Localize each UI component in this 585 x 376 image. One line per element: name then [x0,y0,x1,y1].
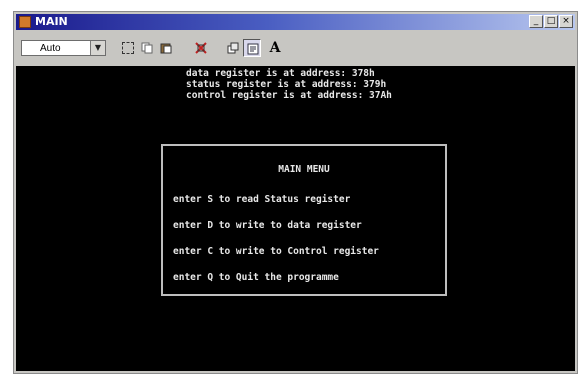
properties-button[interactable] [224,39,242,57]
paste-button[interactable] [157,39,175,57]
minimize-button[interactable]: _ [529,15,543,28]
menu-item: enter D to write to data register [173,220,362,231]
font-size-value: Auto [40,43,61,54]
menu-item: enter C to write to Control register [173,246,379,257]
window-title: MAIN [35,15,68,28]
menu-title: MAIN MENU [278,164,330,175]
background-icon [247,43,259,55]
copy-icon [141,42,153,54]
menu-item: enter S to read Status register [173,194,351,205]
menu-item: enter Q to Quit the programme [173,272,339,283]
copy-button[interactable] [138,39,156,57]
fullscreen-icon [195,42,207,54]
main-menu-box: MAIN MENU enter S to read Status registe… [161,144,447,296]
terminal-line: control register is at address: 37Ah [186,90,392,101]
mark-button[interactable] [119,39,137,57]
window-controls: _ □ × [529,15,573,28]
maximize-button[interactable]: □ [544,15,558,28]
terminal-line: status register is at address: 379h [186,79,387,90]
mark-icon [122,42,134,54]
console-screen[interactable]: data register is at address: 378h status… [16,66,575,371]
close-button[interactable]: × [559,15,573,28]
terminal-line: data register is at address: 378h [186,68,375,79]
dos-window: MAIN _ □ × Auto ▼ A data register is at … [13,11,578,374]
background-button[interactable] [243,39,261,57]
fullscreen-button[interactable] [192,39,210,57]
font-button[interactable]: A [266,39,284,57]
properties-icon [227,42,239,54]
chevron-down-icon[interactable]: ▼ [90,41,105,55]
app-icon[interactable] [19,16,31,28]
title-bar[interactable]: MAIN _ □ × [16,14,575,30]
toolbar: Auto ▼ A [16,32,575,62]
font-size-select[interactable]: Auto ▼ [21,40,106,56]
font-icon: A [269,40,281,56]
paste-icon [160,43,172,54]
